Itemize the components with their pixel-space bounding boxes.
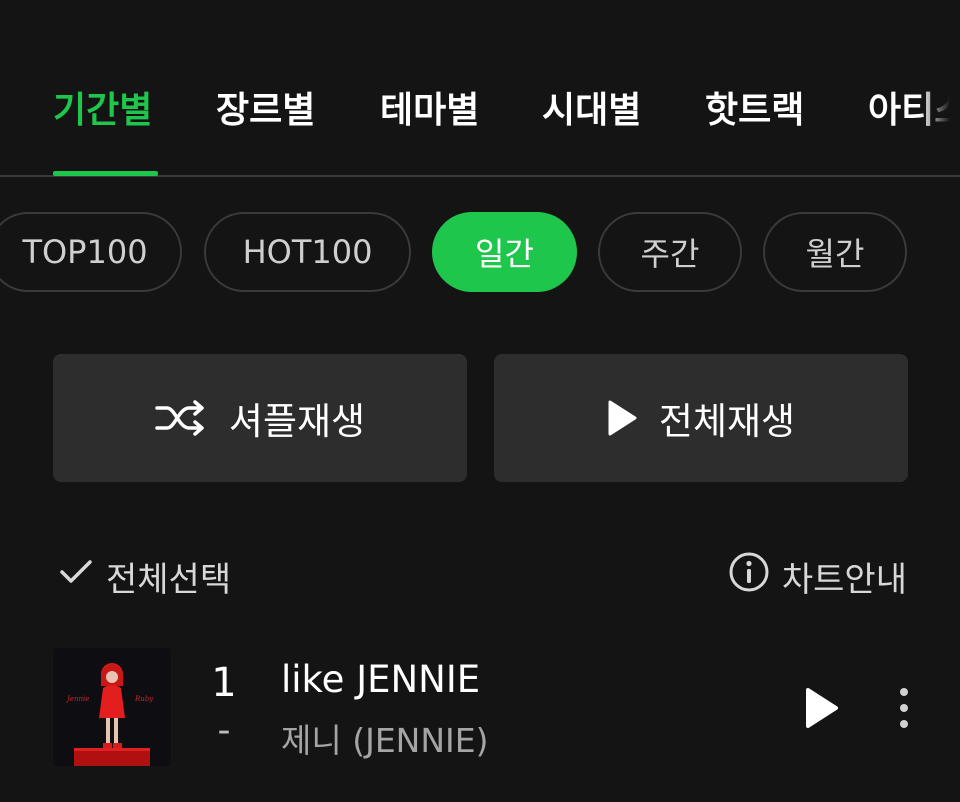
active-tab-indicator xyxy=(53,171,158,176)
check-icon xyxy=(58,556,94,596)
filter-daily[interactable]: 일간 xyxy=(432,212,577,292)
filter-monthly[interactable]: 월간 xyxy=(763,212,907,292)
tab-hot-track[interactable]: 핫트랙 xyxy=(705,84,804,138)
filter-top100[interactable]: TOP100 xyxy=(0,212,182,292)
more-vertical-icon[interactable] xyxy=(890,684,918,732)
play-icon xyxy=(607,400,637,436)
tabs-scroll-fade xyxy=(920,80,960,140)
tab-period[interactable]: 기간별 xyxy=(53,84,152,138)
cover-text-right: Ruby xyxy=(134,695,154,703)
filter-weekly[interactable]: 주간 xyxy=(598,212,742,292)
info-icon xyxy=(728,551,770,602)
album-cover[interactable]: Jennie Ruby xyxy=(53,648,171,766)
category-tabs: 기간별 장르별 테마별 시대별 핫트랙 아티스 xyxy=(0,0,960,177)
shuffle-icon xyxy=(155,400,207,436)
rank-number: 1 xyxy=(211,660,237,706)
tab-genre[interactable]: 장르별 xyxy=(216,84,315,138)
rank-change: - xyxy=(217,710,231,751)
cover-text-left: Jennie xyxy=(65,695,89,703)
song-play-icon[interactable] xyxy=(802,686,842,730)
select-all-toggle[interactable]: 전체선택 xyxy=(58,548,231,604)
chart-info-label: 차트안내 xyxy=(781,559,907,600)
filter-hot100[interactable]: HOT100 xyxy=(204,212,411,292)
chart-info-button[interactable]: 차트안내 xyxy=(728,548,907,604)
song-title[interactable]: like JENNIE xyxy=(281,658,480,701)
tab-theme[interactable]: 테마별 xyxy=(380,84,479,138)
shuffle-play-label: 셔플재생 xyxy=(228,400,366,443)
play-all-label: 전체재생 xyxy=(658,400,796,443)
select-all-label: 전체선택 xyxy=(106,559,232,600)
play-all-button[interactable]: 전체재생 xyxy=(494,354,908,482)
shuffle-play-button[interactable]: 셔플재생 xyxy=(53,354,467,482)
tab-era[interactable]: 시대별 xyxy=(542,84,641,138)
song-artist[interactable]: 제니 (JENNIE) xyxy=(281,714,489,762)
